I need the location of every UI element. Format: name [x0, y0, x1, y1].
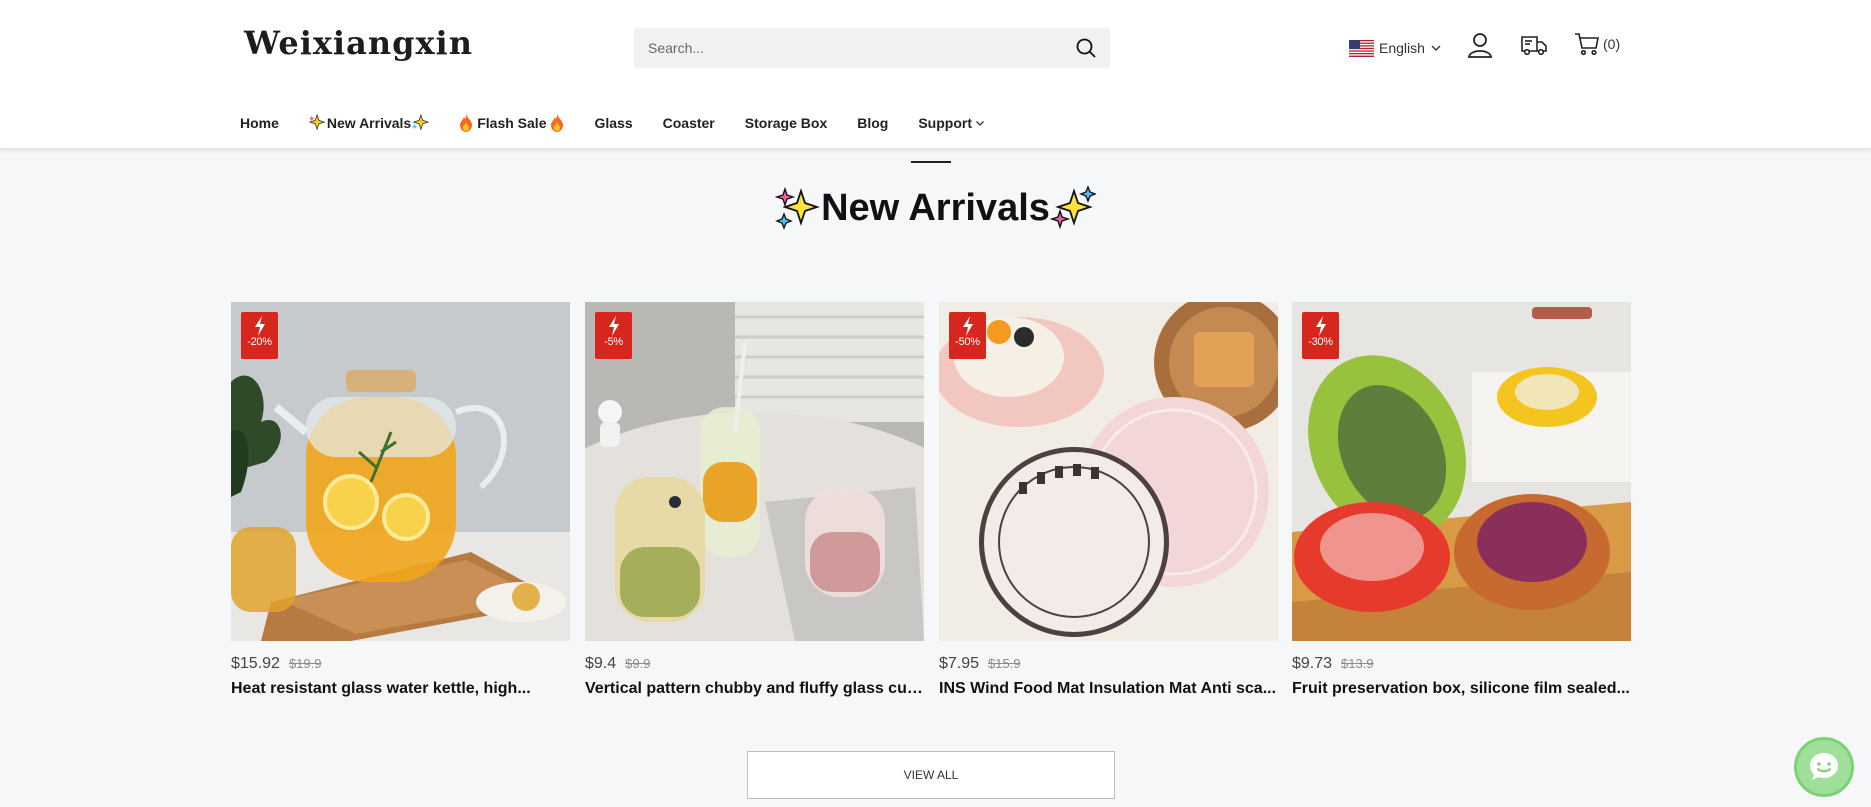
site-logo[interactable]: Weixiangxin: [244, 24, 473, 62]
price-row: $7.95 $15.9: [939, 655, 1278, 675]
product-image[interactable]: -20%: [231, 302, 570, 641]
product-image[interactable]: -50%: [939, 302, 1278, 641]
site-header: Weixiangxin English (0): [0, 0, 1871, 149]
nav-flash-sale-label: Flash Sale: [477, 115, 547, 131]
nav-support[interactable]: Support: [918, 115, 985, 131]
product-title[interactable]: Fruit preservation box, silicone film se…: [1292, 680, 1631, 698]
discount-label: -5%: [604, 336, 623, 348]
lightning-icon: [962, 316, 973, 336]
original-price: $19.9: [288, 656, 322, 671]
product-card[interactable]: -20% $15.92 $19.9 Heat resistant glass w…: [231, 302, 570, 698]
product-card[interactable]: -50% $7.95 $15.9 INS Wind Food Mat Insul…: [939, 302, 1278, 698]
sparkles-icon: [775, 186, 820, 230]
original-price: $13.9: [1341, 656, 1374, 671]
section-title: New Arrivals: [0, 185, 1871, 231]
price-row: $9.73 $13.9: [1292, 655, 1631, 675]
product-card[interactable]: -30% $9.73 $13.9 Fruit preservation box,…: [1292, 302, 1631, 698]
sparkles-icon: [308, 114, 326, 131]
search-input[interactable]: [634, 28, 1054, 68]
current-price: $7.95: [939, 655, 980, 672]
silicone-keepers-photo: [1292, 302, 1631, 641]
discount-label: -50%: [955, 336, 980, 348]
product-card[interactable]: -5% $9.4 $9.9 Vertical pattern chubby an…: [585, 302, 924, 698]
nav-new-arrivals-label: New Arrivals: [326, 115, 412, 131]
cart-button[interactable]: (0): [1573, 30, 1620, 58]
product-title[interactable]: Vertical pattern chubby and fluffy glass…: [585, 680, 924, 698]
product-image[interactable]: -5%: [585, 302, 924, 641]
main-navigation: Home New Arrivals Flash Sale Glass Coast…: [240, 112, 1015, 134]
current-price: $9.4: [585, 655, 617, 672]
original-price: $15.9: [988, 656, 1021, 671]
search-icon[interactable]: [1074, 36, 1098, 60]
chat-bubble-icon: [1810, 753, 1838, 780]
sparkles-icon: [1049, 185, 1096, 230]
user-icon[interactable]: [1465, 30, 1495, 60]
fire-icon: [460, 114, 473, 132]
glass-kettle-photo: [231, 302, 570, 641]
fire-icon: [551, 114, 564, 132]
lightning-icon: [608, 316, 619, 336]
discount-badge: -50%: [949, 312, 986, 359]
product-image[interactable]: -30%: [1292, 302, 1631, 641]
product-title[interactable]: Heat resistant glass water kettle, high.…: [231, 680, 570, 698]
nav-coaster[interactable]: Coaster: [663, 115, 715, 131]
nav-glass[interactable]: Glass: [594, 115, 632, 131]
title-accent-line: [911, 161, 951, 163]
nav-home[interactable]: Home: [240, 115, 279, 131]
glass-cups-photo: [585, 302, 924, 641]
shopping-cart-icon: [1575, 33, 1599, 56]
sparkles-icon: [412, 114, 430, 131]
nav-storage-box[interactable]: Storage Box: [745, 115, 827, 131]
lightning-icon: [254, 316, 265, 336]
nav-blog[interactable]: Blog: [857, 115, 888, 131]
nav-support-label: Support: [918, 115, 972, 131]
discount-label: -20%: [247, 336, 272, 348]
price-row: $15.92 $19.9: [231, 655, 570, 675]
discount-badge: -30%: [1302, 312, 1339, 359]
discount-badge: -5%: [595, 312, 632, 359]
original-price: $9.9: [625, 656, 651, 671]
product-title[interactable]: INS Wind Food Mat Insulation Mat Anti sc…: [939, 680, 1278, 698]
view-all-button[interactable]: VIEW ALL: [747, 751, 1115, 799]
discount-label: -30%: [1308, 336, 1333, 348]
current-price: $9.73: [1292, 655, 1333, 672]
chat-widget-button[interactable]: [1794, 737, 1854, 797]
search-bar: [634, 28, 1110, 68]
chevron-down-icon: [1431, 45, 1441, 51]
language-selector[interactable]: English: [1349, 36, 1442, 60]
lightning-icon: [1315, 316, 1326, 336]
current-price: $15.92: [231, 655, 280, 672]
language-label: English: [1379, 40, 1425, 56]
chevron-down-icon: [976, 121, 984, 126]
us-flag-icon: [1349, 39, 1374, 57]
discount-badge: -20%: [241, 312, 278, 359]
price-row: $9.4 $9.9: [585, 655, 924, 675]
nav-new-arrivals[interactable]: New Arrivals: [308, 114, 430, 132]
coasters-photo: [939, 302, 1278, 641]
delivery-truck-icon[interactable]: [1519, 30, 1549, 60]
nav-flash-sale[interactable]: Flash Sale: [459, 114, 564, 132]
cart-count: (0): [1603, 36, 1621, 52]
section-title-text: New Arrivals: [821, 186, 1050, 229]
